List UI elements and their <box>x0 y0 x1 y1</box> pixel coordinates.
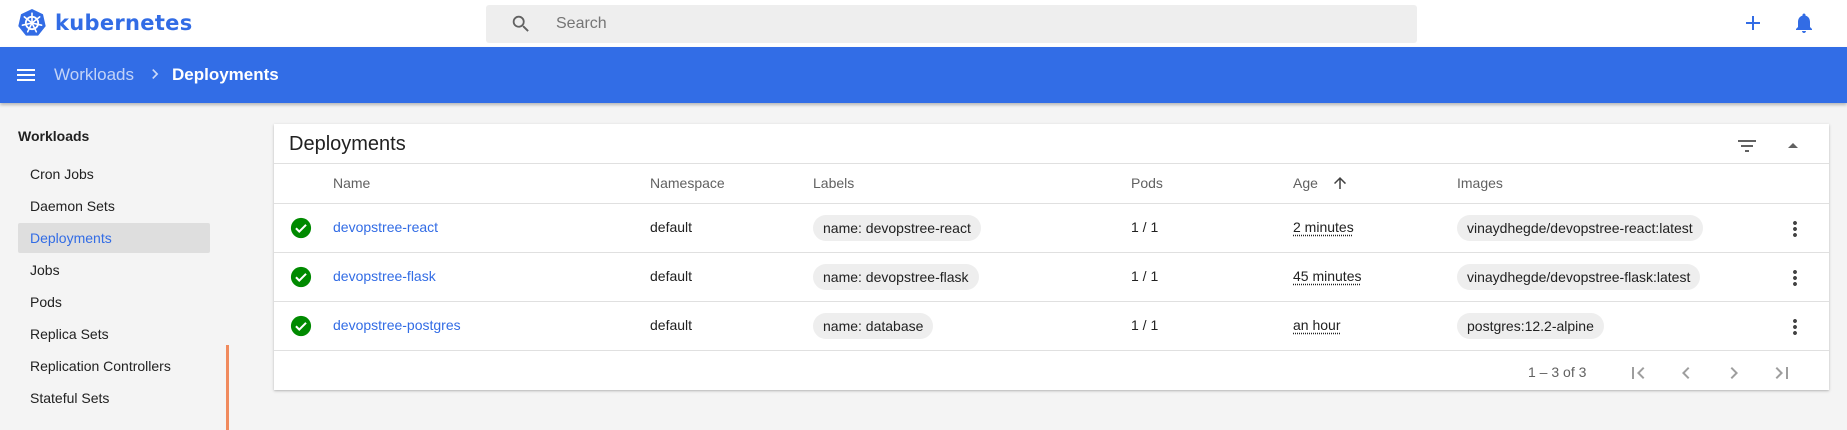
namespace-cell: default <box>650 268 693 284</box>
check-circle-icon <box>290 315 312 337</box>
filter-icon[interactable] <box>1735 134 1759 158</box>
collapse-arrow-icon[interactable] <box>1781 134 1805 158</box>
last-page-icon[interactable] <box>1770 361 1794 385</box>
search-bar[interactable] <box>486 5 1417 43</box>
chevron-right-icon <box>152 69 159 79</box>
check-circle-icon <box>290 217 312 239</box>
plus-icon[interactable] <box>1741 11 1765 35</box>
column-header-age[interactable]: Age <box>1293 175 1318 191</box>
sidebar-item-cron-jobs[interactable]: Cron Jobs <box>18 159 210 189</box>
previous-page-icon[interactable] <box>1674 361 1698 385</box>
column-header-pods: Pods <box>1131 175 1163 191</box>
namespace-cell: default <box>650 219 693 235</box>
more-vertical-icon[interactable] <box>1783 266 1807 290</box>
more-vertical-icon[interactable] <box>1783 315 1807 339</box>
sidebar-item-pods[interactable]: Pods <box>18 287 210 317</box>
logo[interactable]: kubernetes <box>17 8 193 38</box>
sidebar-item-jobs[interactable]: Jobs <box>18 255 210 285</box>
column-header-name[interactable]: Name <box>333 175 370 191</box>
image-chip: vinaydhegde/devopstree-flask:latest <box>1457 264 1701 290</box>
sort-ascending-icon[interactable] <box>1331 174 1349 192</box>
header-divider <box>274 163 1829 164</box>
hamburger-menu-icon[interactable] <box>14 63 38 87</box>
kubernetes-helm-icon <box>18 9 46 36</box>
breadcrumb-toolbar: Workloads Deployments <box>0 47 1847 103</box>
pods-cell: 1 / 1 <box>1131 219 1159 235</box>
deployment-name-link[interactable]: devopstree-flask <box>333 268 436 284</box>
table-row[interactable]: devopstree-react default name: devopstre… <box>274 203 1829 252</box>
sidebar-item-daemon-sets[interactable]: Daemon Sets <box>18 191 210 221</box>
next-page-icon[interactable] <box>1722 361 1746 385</box>
check-circle-icon <box>290 266 312 288</box>
search-input[interactable] <box>556 15 1356 33</box>
search-icon <box>512 15 529 32</box>
deployment-name-link[interactable]: devopstree-react <box>333 219 438 235</box>
sidebar-item-stateful-sets[interactable]: Stateful Sets <box>18 383 210 413</box>
footer-divider <box>274 350 1829 351</box>
sidebar-item-replica-sets[interactable]: Replica Sets <box>18 319 210 349</box>
sidebar-item-replication-controllers[interactable]: Replication Controllers <box>18 351 210 381</box>
column-header-images: Images <box>1457 175 1503 191</box>
pagination-range: 1 – 3 of 3 <box>1528 364 1587 380</box>
age-cell[interactable]: an hour <box>1293 317 1340 333</box>
top-app-bar: kubernetes <box>0 0 1847 47</box>
app-name: kubernetes <box>55 11 193 35</box>
table-row[interactable]: devopstree-flask default name: devopstre… <box>274 252 1829 301</box>
more-vertical-icon[interactable] <box>1783 217 1807 241</box>
sidebar-item-deployments[interactable]: Deployments <box>18 223 210 253</box>
namespace-cell: default <box>650 317 693 333</box>
bell-icon[interactable] <box>1792 11 1816 35</box>
pods-cell: 1 / 1 <box>1131 268 1159 284</box>
age-cell[interactable]: 45 minutes <box>1293 268 1361 284</box>
image-chip: postgres:12.2-alpine <box>1457 313 1604 339</box>
sidebar-scroll-marker[interactable] <box>226 345 229 430</box>
label-chip: name: devopstree-react <box>813 215 981 241</box>
column-header-namespace[interactable]: Namespace <box>650 175 725 191</box>
deployments-card: Deployments Name Namespace Labels Pods A… <box>274 124 1829 390</box>
age-cell[interactable]: 2 minutes <box>1293 219 1354 235</box>
sidebar-section-title[interactable]: Workloads <box>18 128 89 144</box>
label-chip: name: database <box>813 313 934 339</box>
card-title: Deployments <box>289 133 406 155</box>
image-chip: vinaydhegde/devopstree-react:latest <box>1457 215 1703 241</box>
breadcrumb-workloads[interactable]: Workloads <box>54 65 134 85</box>
deployment-name-link[interactable]: devopstree-postgres <box>333 317 461 333</box>
label-chip: name: devopstree-flask <box>813 264 979 290</box>
table-row[interactable]: devopstree-postgres default name: databa… <box>274 301 1829 350</box>
first-page-icon[interactable] <box>1626 361 1650 385</box>
column-header-labels: Labels <box>813 175 855 191</box>
breadcrumb-current: Deployments <box>172 65 279 84</box>
pods-cell: 1 / 1 <box>1131 317 1159 333</box>
